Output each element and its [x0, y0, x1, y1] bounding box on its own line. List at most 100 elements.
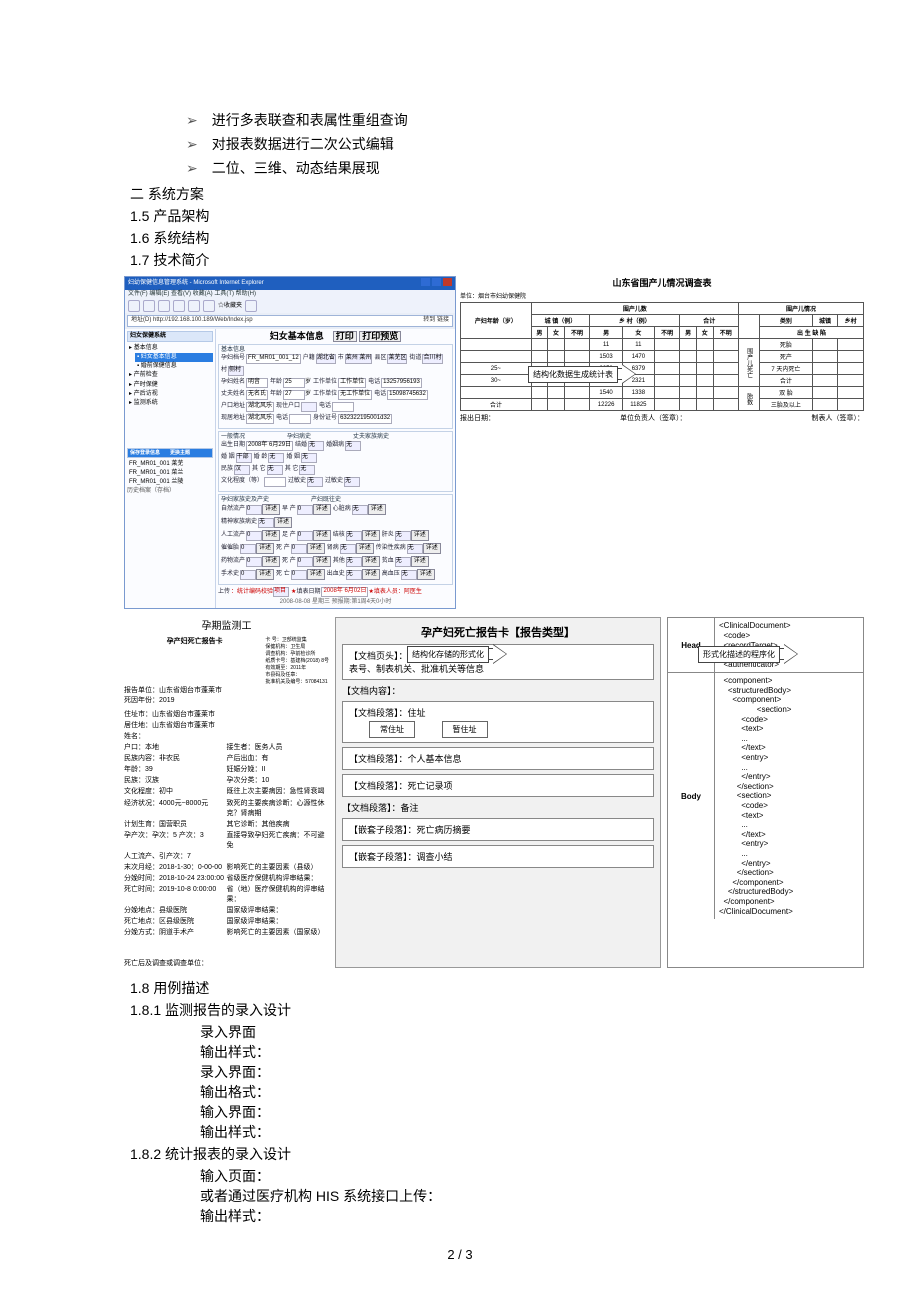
ie-address-text: 地址(D) http://192.168.100.189/Web/Index.j…	[131, 317, 253, 323]
kv-left: 分娩时间：2018-10-24 23:00:00	[124, 873, 227, 883]
name-input[interactable]: 明音	[246, 378, 268, 388]
unit-input[interactable]: 工作单位	[338, 378, 366, 388]
tree-item[interactable]: ▸ 基本信息	[127, 344, 213, 353]
kv-right: 直接导致孕妇死亡疾病：不可避免	[227, 830, 330, 850]
tree-item[interactable]: ▸ 监测系统	[127, 399, 213, 408]
report-year: 死因年份：2019	[124, 695, 329, 705]
ie-window: 妇幼保健信息管理系统 - Microsoft Internet Explorer…	[124, 276, 456, 609]
husband-name-input[interactable]: 无名氏	[246, 390, 268, 400]
file-tab[interactable]: FR_MR01_001 兰陵	[127, 478, 213, 487]
fieldset-general: 一般情况 孕妇病史 丈夫家族病史 出生日期2008年 6月29日 结婚无 婚姻病…	[218, 431, 453, 492]
bullet-item: ➢进行多表联查和表属性重组查询	[186, 110, 790, 130]
husband-phone-input[interactable]: 15098745632	[387, 390, 428, 400]
kv-left: 末次月经：2018-1-30：0-00-00	[124, 862, 227, 872]
forward-icon[interactable]	[143, 300, 155, 312]
kv-right: 影响死亡的主要因素（国家级）	[227, 927, 330, 937]
maximize-icon[interactable]	[432, 278, 441, 286]
prov-select[interactable]: 湖北省	[316, 354, 336, 364]
bullet-text: 二位、三维、动态结果展现	[212, 158, 380, 178]
xian-phone-input[interactable]	[289, 414, 311, 424]
marriage-select[interactable]: 干部	[236, 453, 252, 463]
id-input[interactable]: 632322195001d32	[338, 414, 392, 424]
legend: 孕妇家族史及产史	[221, 497, 269, 503]
refresh-icon[interactable]	[173, 300, 185, 312]
upload-select[interactable]: 项目	[273, 587, 289, 597]
husband-age-input[interactable]: 27	[283, 390, 305, 400]
favorites-label[interactable]: ☆收藏夹	[218, 303, 242, 310]
tree-item-selected[interactable]: ▪ 妇女基本信息	[135, 353, 213, 362]
street-select[interactable]: 合川村	[422, 354, 442, 364]
nav-tree[interactable]: 妇女保健系统 ▸ 基本信息 ▪ 妇女基本信息 ▪ 婚前保健信息 ▸ 产前检查 ▸…	[125, 329, 216, 609]
table-row: 15031470死产	[461, 351, 864, 363]
doc-seg-personal: 【文档段落】：个人基本信息	[342, 747, 654, 770]
kv-right: 其它诊断：其他疾病	[227, 819, 330, 829]
survey-title: 山东省围产儿情况调查表	[460, 276, 864, 289]
window-controls[interactable]	[419, 278, 452, 289]
file-tab[interactable]: FR_MR01_001 菜兰	[127, 469, 213, 478]
print-button[interactable]: 打印	[333, 331, 357, 342]
ie-menubar[interactable]: 文件(F) 编辑(E) 查看(V) 收藏(A) 工具(T) 帮助(H)	[125, 290, 455, 299]
kv-left: 死亡地点：区县级医院	[124, 916, 227, 926]
usecase-181-list: 录入界面输出样式：录入界面：输出格式：输入界面：输出样式：	[200, 1022, 790, 1142]
card-input[interactable]: FR_MR01_001_12	[246, 354, 301, 364]
file-tab[interactable]: FR_MR01_001 莱芜	[127, 460, 213, 469]
doc-nest-conclusion: 【嵌套子段落】：调查小结	[342, 845, 654, 868]
tree-item[interactable]: ▸ 产后访视	[127, 390, 213, 399]
tab-area[interactable]: 保存登录信息 更换主题	[127, 448, 213, 458]
arrow-label: 结构化存储的形式化	[407, 646, 489, 663]
tree-header[interactable]: 妇女保健系统	[127, 331, 213, 342]
kv-right: 致死的主要疾病诊断：心源性休克？肾病期	[227, 798, 330, 818]
usecase-182-list: 输入页面：或者通过医疗机构 HIS 系统接口上传：输出样式：	[200, 1166, 790, 1226]
huji-select[interactable]	[301, 402, 317, 412]
county-select[interactable]: 莱芜区	[387, 354, 407, 364]
links-label[interactable]: 链接	[437, 317, 449, 323]
kv-right: 接生者：医务人员	[227, 742, 330, 752]
back-icon[interactable]	[128, 300, 140, 312]
xml-schema: Head <ClinicalDocument> <code> <recordTa…	[667, 617, 864, 968]
edu-input[interactable]	[264, 477, 286, 487]
date-input[interactable]: 2008年 6月02日	[321, 587, 368, 597]
xml-body-label: Body	[668, 673, 715, 919]
table-row: 25~665863797 天内死亡	[461, 363, 864, 375]
jh-select[interactable]: 无	[308, 441, 324, 451]
fieldset-history: 孕妇家族史及产史 产妇既往史 自然流产0详述 早 产0详述 心脏病无详述 精神家…	[218, 494, 453, 585]
phone2-input[interactable]	[332, 402, 354, 412]
doc-seg-address: 【文档段落】：住址 常住址 暂住址	[342, 701, 654, 743]
birth-input[interactable]: 2008年 6月29日	[246, 441, 293, 451]
doc-seg-death: 【文档段落】：死亡记录项	[342, 774, 654, 797]
village-select[interactable]: 侧村	[228, 366, 244, 376]
history-icon[interactable]	[245, 300, 257, 312]
print-preview-button[interactable]: 打印预览	[359, 331, 401, 342]
document-structure-card: 孕产妇死亡报告卡【报告类型】 【文档页头】： 表号、制表机关、批准机关等信息 【…	[335, 617, 661, 968]
kv-list: 住址市：山东省烟台市蓬莱市居住地：山东省烟台市蓬莱市姓名：户口：本地接生者：医务…	[124, 709, 329, 938]
search-icon[interactable]	[203, 300, 215, 312]
xian-input[interactable]: 湖北风乐	[246, 414, 274, 424]
page-number: 2 / 3	[0, 1247, 920, 1262]
kv-left: 计划生育：国营职员	[124, 819, 227, 829]
tree-item[interactable]: ▸ 产时保健	[127, 381, 213, 390]
huji-input[interactable]: 湖北风乐	[246, 402, 274, 412]
close-icon[interactable]	[443, 278, 452, 286]
stop-icon[interactable]	[158, 300, 170, 312]
age-input[interactable]: 25	[283, 378, 305, 388]
ie-toolbar[interactable]: ☆收藏夹	[125, 299, 455, 313]
kv-right	[227, 851, 330, 861]
tree-item[interactable]: ▪ 婚前保健信息	[135, 362, 213, 371]
tree-item[interactable]: ▸ 产前检查	[127, 371, 213, 380]
survey-unit: 单位：烟台市妇幼保健院	[460, 291, 864, 300]
architecture-diagram: 结构化数据生成统计表 结构化存储的形式化 形式化描述的程序化 妇幼保健信息管理系…	[124, 276, 864, 968]
ie-address-bar[interactable]: 地址(D) http://192.168.100.189/Web/Index.j…	[127, 315, 453, 326]
minimize-icon[interactable]	[421, 278, 430, 286]
husband-unit-input[interactable]: 无工作单位	[338, 390, 372, 400]
go-button[interactable]: 转到	[423, 317, 435, 323]
minzu-select[interactable]: 汉	[234, 465, 250, 475]
home-icon[interactable]	[188, 300, 200, 312]
city-select[interactable]: 莱州 莱州	[345, 354, 373, 364]
bullet-text: 进行多表联查和表属性重组查询	[212, 110, 408, 130]
heading-1-5: 1.5 产品架构	[130, 206, 790, 226]
heading-1-6: 1.6 系统结构	[130, 228, 790, 248]
heading-2: 二 系统方案	[130, 184, 790, 204]
form-title: 妇女基本信息 打印 打印预览	[218, 331, 453, 342]
arrow-storage-formalize: 结构化存储的形式化	[407, 644, 520, 664]
phone-input[interactable]: 13257956193	[381, 378, 422, 388]
